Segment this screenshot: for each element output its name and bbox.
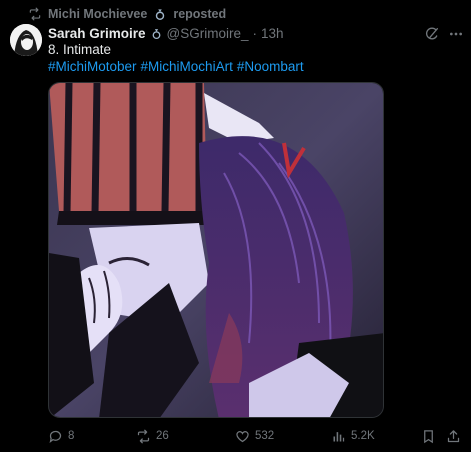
reply-button[interactable]: 8 bbox=[48, 426, 74, 446]
author-handle[interactable]: @SGrimoire_ bbox=[167, 26, 249, 41]
like-button[interactable]: 532 bbox=[235, 426, 274, 446]
grok-icon[interactable] bbox=[424, 26, 440, 42]
views-count: 5.2K bbox=[351, 430, 375, 442]
repost-icon bbox=[137, 429, 150, 443]
tweet-action-bar: 8 26 532 5.2K bbox=[48, 426, 462, 446]
more-icon[interactable] bbox=[448, 26, 464, 42]
avatar[interactable] bbox=[10, 24, 42, 56]
separator-dot: · bbox=[252, 25, 258, 41]
views-icon bbox=[333, 431, 345, 441]
tweet-media-image[interactable] bbox=[48, 82, 384, 418]
tweet-header: Sarah Grimoire @SGrimoire_ · 13h bbox=[48, 24, 284, 42]
hashtag-link[interactable]: #MichiMotober bbox=[48, 58, 137, 75]
repost-icon bbox=[29, 7, 41, 21]
avatar-image bbox=[10, 24, 42, 56]
like-count: 532 bbox=[255, 430, 275, 442]
hashtag-link[interactable]: #Noombart bbox=[237, 58, 304, 75]
author-name[interactable]: Sarah Grimoire bbox=[48, 26, 146, 41]
timestamp[interactable]: 13h bbox=[261, 26, 284, 41]
reply-icon bbox=[49, 430, 62, 443]
heart-icon bbox=[236, 430, 249, 442]
bookmark-button[interactable] bbox=[421, 426, 436, 446]
reply-count: 8 bbox=[68, 430, 75, 442]
reposter-name[interactable]: Michi Mochievee bbox=[48, 7, 147, 21]
views-button[interactable]: 5.2K bbox=[331, 426, 375, 446]
repost-context[interactable]: Michi Mochievee reposted bbox=[28, 6, 226, 22]
repost-count: 26 bbox=[156, 430, 169, 442]
artwork-illustration bbox=[49, 83, 383, 417]
tweet-text: 8. Intimate bbox=[48, 42, 112, 57]
ring-badge-icon bbox=[152, 28, 160, 39]
hashtag-list: #MichiMotober #MichiMochiArt #Noombart bbox=[48, 58, 304, 75]
repost-button[interactable]: 26 bbox=[136, 426, 169, 446]
bookmark-icon bbox=[424, 429, 433, 443]
ring-badge-icon bbox=[156, 9, 165, 20]
hashtag-link[interactable]: #MichiMochiArt bbox=[141, 58, 233, 75]
repost-label: reposted bbox=[173, 7, 227, 21]
share-icon bbox=[447, 429, 460, 442]
share-button[interactable] bbox=[446, 426, 461, 446]
